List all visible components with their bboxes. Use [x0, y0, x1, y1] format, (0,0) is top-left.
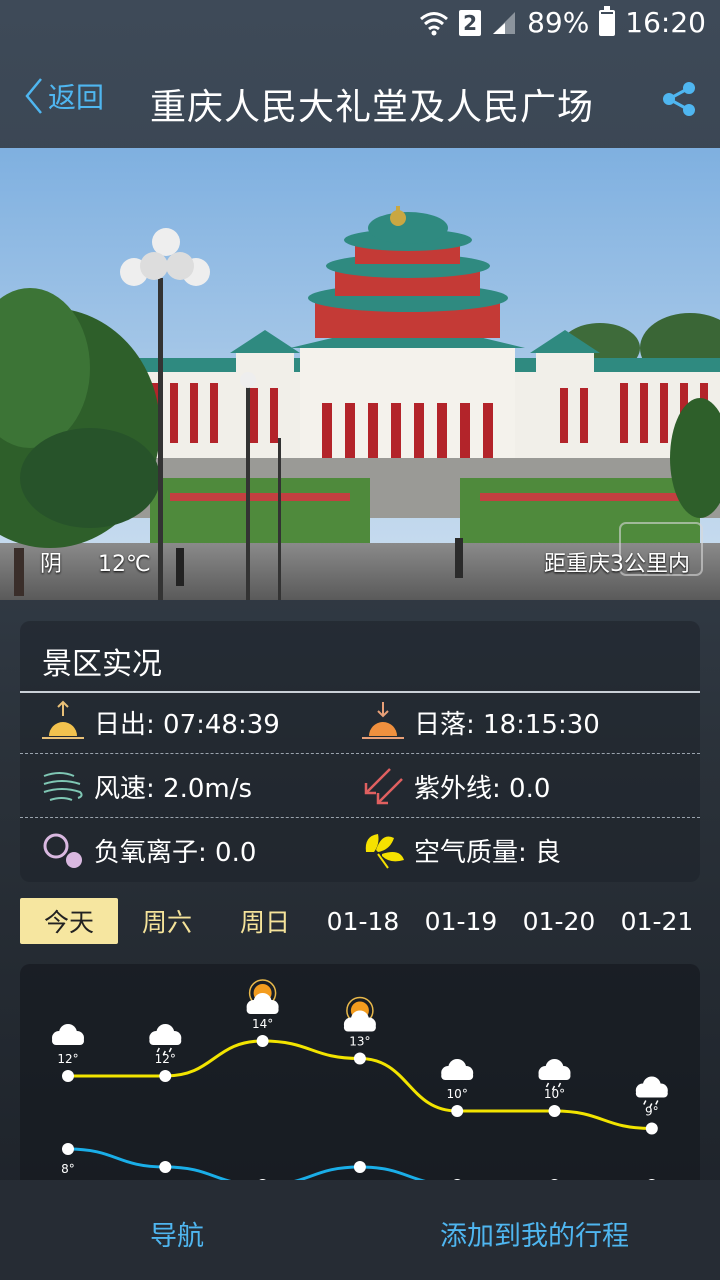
back-button[interactable]: 返回	[24, 76, 104, 116]
hero-distance: 距重庆3公里内	[544, 552, 690, 577]
high-temp-label: 14°	[252, 1017, 273, 1031]
tab-sunday[interactable]: 周日	[216, 898, 314, 944]
cloudy-icon	[441, 1059, 474, 1080]
back-label: 返回	[48, 81, 105, 114]
anion-icon	[43, 833, 82, 868]
sunset-icon	[362, 702, 404, 739]
high-temp-point	[645, 1122, 658, 1135]
sunny-cloud-icon-cloud	[343, 1010, 376, 1032]
low-temp-point	[353, 1161, 366, 1173]
ginkgo-leaf-icon	[365, 834, 404, 869]
day-tabs: 今天 周六 周日 01-18 01-19 01-20 01-21	[20, 898, 710, 946]
header: 返回 重庆人民大礼堂及人民广场	[0, 48, 720, 148]
low-temp-point	[159, 1161, 172, 1173]
sunrise-icon	[42, 700, 84, 739]
anion-text: 负氧离子: 0.0	[94, 837, 257, 868]
hero-weather: 阴 12℃	[40, 546, 187, 578]
tab-day-5[interactable]: 01-19	[412, 898, 510, 944]
share-icon	[663, 82, 695, 116]
wifi-icon	[420, 11, 449, 35]
hero-weather-condition: 阴	[40, 552, 63, 577]
light-rain-icon	[635, 1076, 668, 1098]
low-temp-point	[62, 1143, 74, 1155]
high-temp-point	[62, 1070, 74, 1082]
info-row-wind: 风速: 2.0m/s 紫外线: 0.0	[20, 755, 700, 818]
battery-icon	[599, 5, 616, 36]
high-temp-point	[451, 1105, 464, 1117]
add-to-trip-button[interactable]: 添加到我的行程	[440, 1214, 629, 1253]
card-header: 景区实况	[20, 621, 700, 693]
sunrise-item: 日出: 07:48:39	[40, 691, 280, 753]
tab-day-7[interactable]: 01-21	[608, 898, 706, 944]
wind-icon	[43, 772, 83, 801]
high-temp-label: 10°	[447, 1087, 468, 1101]
wind-item: 风速: 2.0m/s	[40, 755, 252, 817]
high-temp-point	[159, 1070, 172, 1082]
high-temp-point	[256, 1035, 269, 1047]
uv-item: 紫外线: 0.0	[360, 755, 550, 817]
great-hall-photo	[0, 148, 720, 600]
sim-slot-badge: 2	[459, 9, 482, 36]
tab-today[interactable]: 今天	[20, 898, 118, 944]
battery-percent: 89%	[527, 6, 590, 39]
high-temp-label: 13°	[349, 1035, 370, 1049]
sunset-item: 日落: 18:15:30	[360, 691, 600, 753]
clock: 16:20	[625, 6, 706, 39]
sunny-cloud-icon-cloud	[246, 993, 279, 1014]
scenic-info-card: 景区实况 日出: 07:48:39 日落: 18:15:30 风速: 2.0m/…	[20, 621, 700, 882]
hero-image: 阴 12℃ 距重庆3公里内	[0, 148, 720, 600]
wind-text: 风速: 2.0m/s	[94, 773, 253, 804]
tab-day-6[interactable]: 01-20	[510, 898, 608, 944]
navigate-button[interactable]: 导航	[150, 1214, 204, 1253]
hero-temperature: 12℃	[98, 552, 151, 577]
card-title: 景区实况	[42, 647, 162, 682]
high-temp-label: 12°	[155, 1052, 176, 1066]
high-temp-point	[353, 1052, 366, 1065]
tab-day-4[interactable]: 01-18	[314, 898, 412, 944]
anion-item: 负氧离子: 0.0	[40, 819, 256, 881]
air-quality-text: 空气质量: 良	[414, 837, 562, 868]
bottom-bar: 导航 添加到我的行程	[0, 1180, 720, 1280]
signal-icon	[493, 11, 516, 34]
tab-saturday[interactable]: 周六	[118, 898, 216, 944]
high-temp-point	[548, 1105, 561, 1117]
air-quality-item: 空气质量: 良	[360, 819, 561, 881]
cloudy-icon	[52, 1024, 84, 1045]
chevron-left-icon	[25, 78, 42, 114]
sunrise-text: 日出: 07:48:39	[94, 709, 280, 740]
high-temp-label: 10°	[544, 1087, 565, 1101]
status-bar: 2 89% 16:20	[0, 0, 720, 48]
high-temp-label: 12°	[57, 1052, 78, 1066]
uv-icon	[364, 768, 403, 805]
share-button[interactable]	[660, 80, 698, 122]
page-title: 重庆人民大礼堂及人民广场	[150, 87, 595, 128]
light-rain-icon	[149, 1024, 182, 1045]
info-row-air: 负氧离子: 0.0 空气质量: 良	[20, 819, 700, 881]
high-temp-label: 9°	[645, 1105, 659, 1119]
sunset-text: 日落: 18:15:30	[414, 709, 600, 740]
light-rain-icon	[538, 1059, 571, 1080]
info-row-sun: 日出: 07:48:39 日落: 18:15:30	[20, 691, 700, 754]
uv-text: 紫外线: 0.0	[414, 773, 551, 804]
low-temp-label: 8°	[61, 1162, 75, 1176]
